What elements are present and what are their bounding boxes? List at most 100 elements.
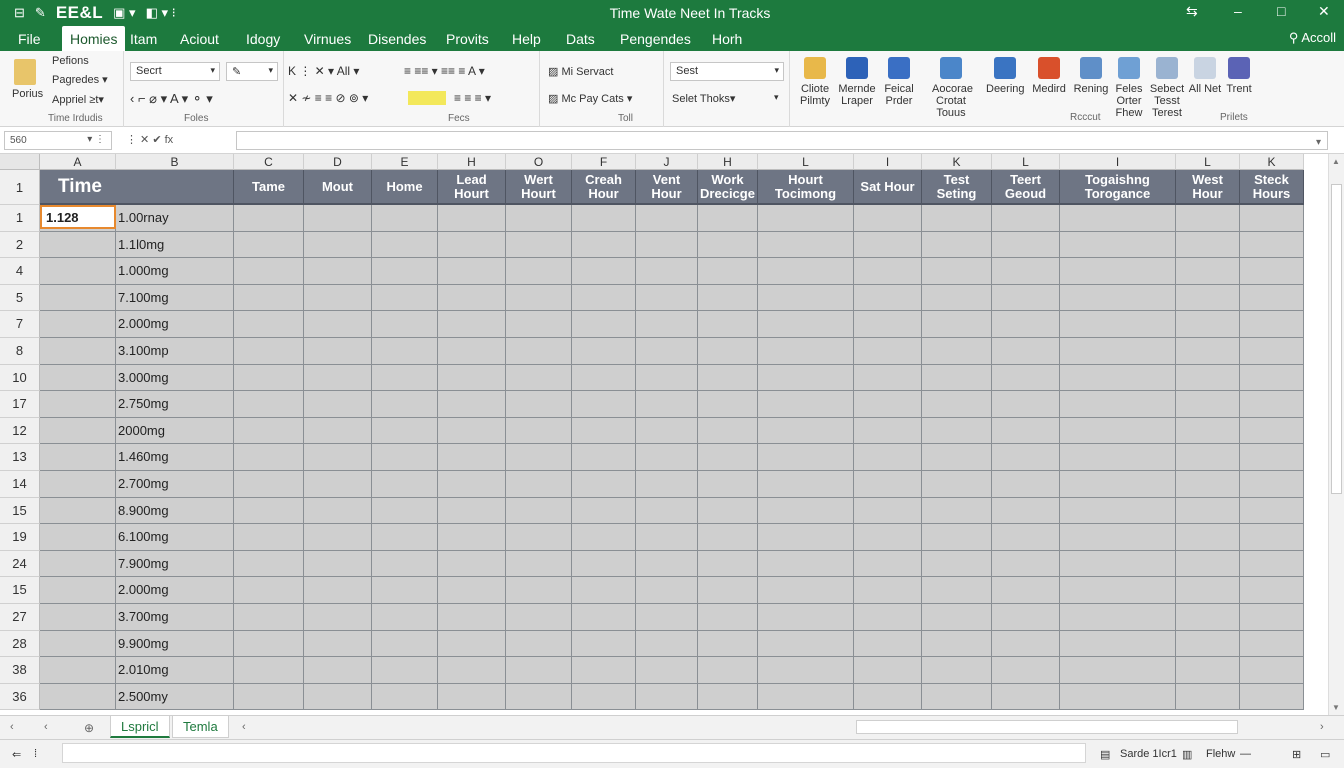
grid-cell[interactable] (922, 284, 992, 312)
grid-cell[interactable] (304, 338, 372, 365)
grid-cell[interactable] (572, 391, 636, 418)
grid-cell[interactable] (234, 364, 304, 392)
menu-tab-0[interactable]: File (10, 26, 49, 51)
paste-icon[interactable] (14, 59, 36, 85)
sheet-nav-prev-icon[interactable]: ‹ (10, 721, 14, 733)
menu-tab-3[interactable]: Aciout (172, 26, 227, 51)
grid-cell[interactable] (304, 524, 372, 551)
header-cell[interactable]: Wert Hourt (506, 170, 572, 205)
grid-cell[interactable] (922, 524, 992, 551)
grid-cell[interactable] (506, 258, 572, 285)
grid-cell[interactable] (234, 471, 304, 498)
column-header[interactable]: K (1240, 154, 1304, 170)
grid-cell[interactable] (234, 258, 304, 285)
grid-cell[interactable] (438, 338, 506, 365)
grid-cell[interactable] (304, 391, 372, 418)
header-cell[interactable]: Sat Hour (854, 170, 922, 205)
grid-cell[interactable] (506, 444, 572, 471)
grid-cell[interactable] (758, 471, 854, 498)
ribbon-button-0[interactable]: Cliote Pilmty (796, 57, 834, 107)
grid-cell[interactable] (572, 497, 636, 525)
grid-cell[interactable] (234, 444, 304, 471)
grid-cell[interactable] (506, 683, 572, 711)
grid-cell[interactable] (1176, 657, 1240, 684)
grid-cell[interactable] (1176, 444, 1240, 471)
grid-cell[interactable] (372, 364, 438, 392)
grid-cell[interactable] (1176, 683, 1240, 711)
header-cell[interactable]: Time (40, 170, 234, 205)
grid-cell[interactable] (992, 258, 1060, 285)
grid-cell[interactable] (992, 364, 1060, 392)
grid-cell[interactable] (40, 550, 116, 578)
grid-cell[interactable] (992, 471, 1060, 498)
grid-cell[interactable] (922, 231, 992, 259)
grid-cell[interactable] (992, 417, 1060, 445)
grid-cell[interactable] (758, 577, 854, 604)
grid-cell[interactable] (636, 284, 698, 312)
ribbon-button-3[interactable]: Aocorae Crotat Touus (932, 57, 973, 119)
zoom-in-button[interactable]: ⊞ (1292, 748, 1301, 761)
grid-cell[interactable] (1060, 444, 1176, 471)
column-header[interactable]: L (758, 154, 854, 170)
copy-button[interactable]: Pagredes ▾ (52, 73, 108, 86)
cells-select[interactable]: Sest ▾ (670, 62, 784, 81)
grid-cell[interactable] (372, 657, 438, 684)
indent-icons[interactable]: ≡ ≡ ≡ ▾ (454, 91, 491, 105)
column-header[interactable]: A (40, 154, 116, 170)
grid-cell[interactable] (854, 311, 922, 338)
grid-cell[interactable] (1060, 258, 1176, 285)
grid-cell[interactable] (758, 444, 854, 471)
grid-cell[interactable]: 1.00rnay (116, 205, 234, 232)
grid-cell[interactable] (698, 550, 758, 578)
grid-cell[interactable] (40, 338, 116, 365)
row-header[interactable]: 15 (0, 577, 40, 604)
row-header[interactable]: 4 (0, 258, 40, 285)
grid-cell[interactable] (922, 630, 992, 658)
grid-cell[interactable] (698, 231, 758, 259)
grid-cell[interactable] (1060, 471, 1176, 498)
grid-cell[interactable] (234, 417, 304, 445)
grid-cell[interactable] (234, 311, 304, 338)
grid-cell[interactable] (372, 604, 438, 631)
grid-cell[interactable] (854, 391, 922, 418)
row-header[interactable]: 15 (0, 497, 40, 525)
menu-tab-7[interactable]: Provits (438, 26, 497, 51)
column-header[interactable]: I (1060, 154, 1176, 170)
grid-cell[interactable]: 1.1l0mg (116, 231, 234, 259)
grid-cell[interactable] (1060, 231, 1176, 259)
grid-cell[interactable] (40, 497, 116, 525)
grid-cell[interactable]: 7.900mg (116, 550, 234, 578)
grid-cell[interactable] (992, 311, 1060, 338)
grid-cell[interactable]: 2.000mg (116, 311, 234, 338)
grid-cell[interactable] (758, 417, 854, 445)
grid-cell[interactable] (1240, 471, 1304, 498)
header-cell[interactable]: West Hour (1176, 170, 1240, 205)
grid-cell[interactable] (40, 657, 116, 684)
grid-cell[interactable] (234, 577, 304, 604)
grid-cell[interactable] (1240, 311, 1304, 338)
grid-cell[interactable] (1060, 417, 1176, 445)
grid-cell[interactable] (506, 577, 572, 604)
grid-cell[interactable] (854, 231, 922, 259)
grid-cell[interactable] (506, 231, 572, 259)
grid-cell[interactable] (438, 258, 506, 285)
grid-cell[interactable]: 2.010mg (116, 657, 234, 684)
grid-cell[interactable] (506, 338, 572, 365)
menu-tab-4[interactable]: Idogy (238, 26, 288, 51)
grid-cell[interactable] (40, 417, 116, 445)
header-cell[interactable]: Mout (304, 170, 372, 205)
grid-cell[interactable]: 3.700mg (116, 604, 234, 631)
grid-cell[interactable] (304, 577, 372, 604)
grid-cell[interactable] (854, 657, 922, 684)
align-left-icons[interactable]: ≡ ≡≡ ▾ ≡≡ ≡ A ▾ (404, 64, 485, 78)
grid-cell[interactable] (304, 444, 372, 471)
grid-cell[interactable] (572, 550, 636, 578)
grid-cell[interactable] (438, 604, 506, 631)
grid-cell[interactable] (758, 284, 854, 312)
grid-cell[interactable] (506, 657, 572, 684)
column-header[interactable]: C (234, 154, 304, 170)
grid-cell[interactable]: 3.000mg (116, 364, 234, 392)
grid-cell[interactable] (1060, 284, 1176, 312)
grid-cell[interactable] (854, 550, 922, 578)
grid-cell[interactable] (304, 231, 372, 259)
